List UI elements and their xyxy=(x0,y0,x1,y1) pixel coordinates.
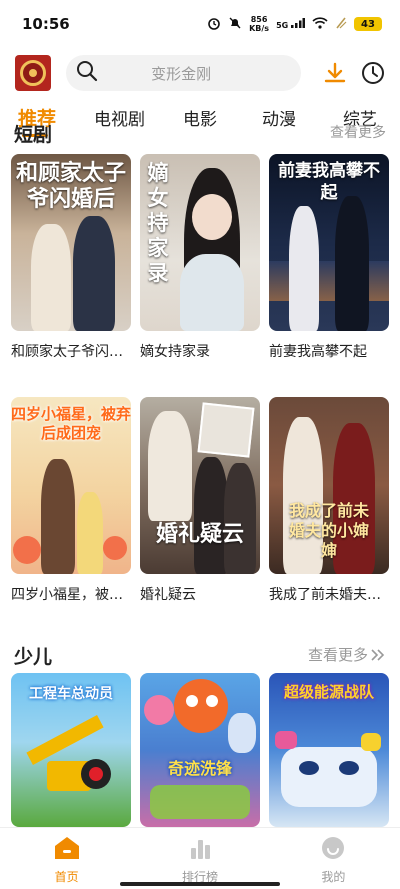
drama-poster-title: 四岁小福星，被弃后成团宠 xyxy=(11,405,131,442)
kids-poster[interactable]: 奇迹洗锋 xyxy=(140,673,260,827)
network-type: 5G xyxy=(276,18,305,30)
app-logo[interactable] xyxy=(15,55,51,91)
kids-more-label: 查看更多 xyxy=(307,646,368,664)
net-speed-unit: KB/s xyxy=(249,24,270,33)
drama-title[interactable]: 我成了前未婚夫的小婶婶 xyxy=(269,584,389,604)
mute-bell-icon xyxy=(228,16,242,33)
home-indicator[interactable] xyxy=(120,882,280,886)
download-icon[interactable] xyxy=(323,60,349,86)
drama-title[interactable]: 和顾家太子爷闪婚后 xyxy=(11,341,131,361)
short-drama-more-link[interactable]: 查看更多 xyxy=(330,124,386,142)
network-label: 5G xyxy=(276,21,289,30)
drama-poster-title: 我成了前未婚夫的小婶婶 xyxy=(288,501,369,560)
short-drama-header: 短剧 查看更多 xyxy=(0,124,400,144)
kids-poster-title: 工程车总动员 xyxy=(29,686,113,702)
drama-poster[interactable]: 和顾家太子爷闪婚后 xyxy=(11,154,131,331)
kids-poster[interactable]: 超级能源战队 xyxy=(269,673,389,827)
kids-poster[interactable]: 工程车总动员 xyxy=(11,673,131,827)
kids-section-title: 少儿 xyxy=(14,646,53,668)
drama-card[interactable]: 和顾家太子爷闪婚后 和顾家太子爷闪婚后 xyxy=(11,154,131,361)
kids-card[interactable]: 工程车总动员 xyxy=(11,673,131,827)
drama-title[interactable]: 前妻我高攀不起 xyxy=(269,341,389,361)
battery-indicator: 43 xyxy=(354,17,382,31)
double-chevron-right-icon xyxy=(371,648,385,661)
kids-card[interactable]: 奇迹洗锋 xyxy=(140,673,260,827)
home-icon xyxy=(54,836,80,864)
drama-poster-title: 嫡女持家录 xyxy=(147,160,169,285)
drama-poster[interactable]: 前妻我高攀不起 xyxy=(269,154,389,331)
drama-title[interactable]: 嫡女持家录 xyxy=(140,341,260,361)
smile-icon xyxy=(321,836,345,864)
drama-poster[interactable]: 我成了前未婚夫的小婶婶 xyxy=(269,397,389,574)
nav-profile-label: 我的 xyxy=(321,870,346,884)
drama-poster-title: 和顾家太子爷闪婚后 xyxy=(15,160,126,212)
charging-icon xyxy=(335,17,347,32)
drama-card[interactable]: 我成了前未婚夫的小婶婶 我成了前未婚夫的小婶婶 xyxy=(269,397,389,604)
wifi-icon xyxy=(312,16,328,32)
header: 变形金刚 xyxy=(0,50,400,96)
drama-poster[interactable]: 四岁小福星，被弃后成团宠 xyxy=(11,397,131,574)
drama-poster[interactable]: 婚礼疑云 xyxy=(140,397,260,574)
drama-poster-title: 前妻我高攀不起 xyxy=(278,161,380,203)
kids-poster-title: 超级能源战队 xyxy=(283,683,374,701)
bottom-nav: 首页 排行榜 我的 xyxy=(0,827,400,889)
nav-home-label: 首页 xyxy=(54,870,79,884)
drama-title[interactable]: 婚礼疑云 xyxy=(140,584,260,604)
history-clock-icon[interactable] xyxy=(360,60,386,86)
net-speed-value: 856 xyxy=(250,15,268,24)
chart-icon xyxy=(188,836,212,864)
alarm-icon xyxy=(207,16,221,33)
nav-ranking[interactable]: 排行榜 xyxy=(133,828,266,889)
search-bar[interactable]: 变形金刚 xyxy=(65,55,301,91)
kids-card[interactable]: 超级能源战队 xyxy=(269,673,389,827)
drama-poster[interactable]: 嫡女持家录 xyxy=(140,154,260,331)
drama-card[interactable]: 四岁小福星，被弃后成团宠 四岁小福星，被弃后成团宠 xyxy=(11,397,131,604)
drama-card[interactable]: 前妻我高攀不起 前妻我高攀不起 xyxy=(269,154,389,361)
kids-more-link[interactable]: 查看更多 xyxy=(308,644,386,665)
kids-section-header: 少儿 查看更多 xyxy=(0,640,400,670)
nav-profile[interactable]: 我的 xyxy=(267,828,400,889)
status-time: 10:56 xyxy=(22,15,70,33)
nav-home[interactable]: 首页 xyxy=(0,828,133,889)
search-input[interactable]: 变形金刚 xyxy=(98,63,301,84)
search-icon xyxy=(76,60,98,86)
short-drama-title: 短剧 xyxy=(14,124,53,144)
status-bar: 10:56 856 KB/s 5G 43 xyxy=(0,0,400,48)
drama-card[interactable]: 婚礼疑云 婚礼疑云 xyxy=(140,397,260,604)
drama-card[interactable]: 嫡女持家录 嫡女持家录 xyxy=(140,154,260,361)
status-icons: 856 KB/s 5G 43 xyxy=(207,15,382,33)
logo-emblem-icon xyxy=(19,60,46,86)
drama-title[interactable]: 四岁小福星，被弃后成团宠 xyxy=(11,584,131,604)
net-speed: 856 KB/s xyxy=(249,15,269,33)
kids-poster-title: 奇迹洗锋 xyxy=(167,759,232,778)
drama-poster-title: 婚礼疑云 xyxy=(155,521,244,547)
